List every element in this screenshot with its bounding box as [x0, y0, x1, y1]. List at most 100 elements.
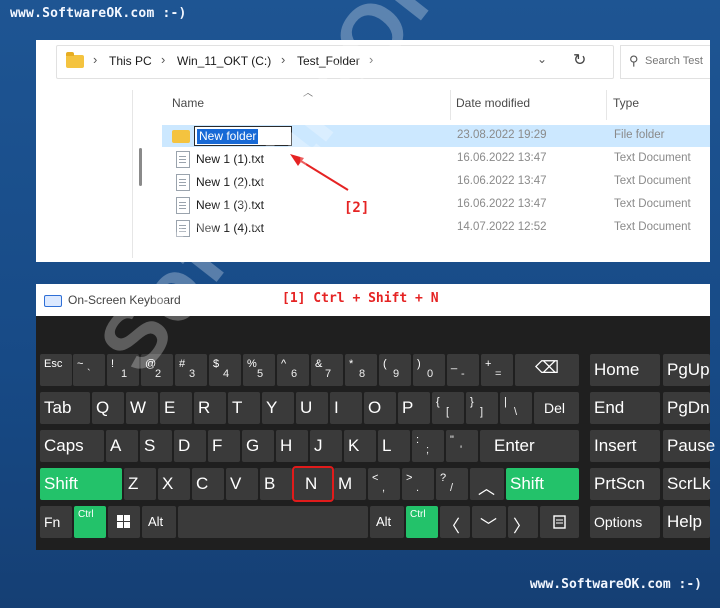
key-j[interactable]: J [310, 430, 342, 462]
key-tab[interactable]: Tab [40, 392, 90, 424]
column-header-name[interactable]: Name [172, 96, 204, 110]
arrow-up-icon: ︿ [478, 479, 495, 498]
key-c[interactable]: C [192, 468, 224, 500]
key-shift-left[interactable]: Shift [40, 468, 122, 500]
key-insert[interactable]: Insert [590, 430, 660, 462]
key-d[interactable]: D [174, 430, 206, 462]
key-r[interactable]: R [194, 392, 226, 424]
refresh-icon[interactable]: ↻ [573, 50, 586, 70]
file-type: Text Document [614, 175, 691, 187]
key-down[interactable]: ﹀ [472, 506, 506, 538]
chevron-right-icon: › [93, 52, 98, 67]
key-left[interactable]: 〈 [440, 506, 470, 538]
folder-icon [66, 52, 84, 68]
text-file-icon [176, 174, 190, 191]
search-box[interactable]: ⚲ Search Test [620, 45, 710, 79]
key-del[interactable]: Del [534, 392, 579, 424]
text-file-icon [176, 151, 190, 168]
key-y[interactable]: Y [262, 392, 294, 424]
key-q[interactable]: Q [92, 392, 124, 424]
key-l[interactable]: L [378, 430, 410, 462]
key-x[interactable]: X [158, 468, 190, 500]
key-semicolon[interactable]: :; [412, 430, 444, 462]
column-header-type[interactable]: Type [613, 96, 639, 110]
key-o[interactable]: O [364, 392, 396, 424]
key-a[interactable]: A [106, 430, 138, 462]
chevron-down-icon[interactable]: ⌄ [537, 52, 547, 66]
key-comma[interactable]: <, [368, 468, 400, 500]
key-k[interactable]: K [344, 430, 376, 462]
key-home[interactable]: Home [590, 354, 660, 386]
key-backspace[interactable]: ⌫ [515, 354, 579, 386]
key-backslash[interactable]: | \ [500, 392, 532, 424]
column-divider[interactable] [606, 90, 607, 120]
key-4[interactable]: $4 [209, 354, 241, 386]
annotation-step-2: [2] [344, 200, 370, 216]
key-z[interactable]: Z [124, 468, 156, 500]
key-g[interactable]: G [242, 430, 274, 462]
key-minus[interactable]: _ - [447, 354, 479, 386]
key-fn[interactable]: Fn [40, 506, 72, 538]
keyboard-icon [44, 295, 62, 307]
key-6[interactable]: ^ 6 [277, 354, 309, 386]
key-n[interactable]: N [292, 466, 334, 502]
column-header-date[interactable]: Date modified [456, 96, 530, 110]
key-s[interactable]: S [140, 430, 172, 462]
key-9[interactable]: (9 [379, 354, 411, 386]
key-windows[interactable] [108, 506, 140, 538]
column-divider[interactable] [450, 90, 451, 120]
key-caps[interactable]: Caps [40, 430, 104, 462]
date-modified: 14.07.2022 12:52 [457, 221, 547, 233]
key-p[interactable]: P [398, 392, 430, 424]
key-end[interactable]: End [590, 392, 660, 424]
key-slash[interactable]: ? / [436, 468, 468, 500]
nav-scrollbar-thumb[interactable] [139, 148, 142, 186]
key-ctrl-left[interactable]: Ctrl [74, 506, 106, 538]
date-modified: 23.08.2022 19:29 [457, 129, 547, 141]
key-u[interactable]: U [296, 392, 328, 424]
key-up[interactable]: ︿ [470, 468, 504, 500]
key-alt-right[interactable]: Alt [370, 506, 404, 538]
key-0[interactable]: ) 0 [413, 354, 445, 386]
key-shift-right[interactable]: Shift [506, 468, 579, 500]
key-ctrl-right[interactable]: Ctrl [406, 506, 438, 538]
key-t[interactable]: T [228, 392, 260, 424]
key-pgdn[interactable]: PgDn [663, 392, 710, 424]
key-period[interactable]: >. [402, 468, 434, 500]
key-esc[interactable]: Esc [40, 354, 72, 386]
key-m[interactable]: M [334, 468, 366, 500]
chevron-right-icon: › [281, 52, 286, 67]
key-menu[interactable] [540, 506, 579, 538]
key-enter[interactable]: Enter [480, 430, 579, 462]
key-v[interactable]: V [226, 468, 258, 500]
key-right-bracket[interactable]: }] [466, 392, 498, 424]
key-space[interactable] [178, 506, 368, 538]
key-equals[interactable]: + = [481, 354, 513, 386]
key-right[interactable]: 〉 [508, 506, 538, 538]
key-pgup[interactable]: PgUp [663, 354, 710, 386]
key-h[interactable]: H [276, 430, 308, 462]
search-placeholder: Search Test [645, 55, 703, 67]
key-5[interactable]: % 5 [243, 354, 275, 386]
key-prtscn[interactable]: PrtScn [590, 468, 660, 500]
key-pause[interactable]: Pause [663, 430, 715, 462]
key-scrlk[interactable]: ScrLk [663, 468, 710, 500]
key-alt-left[interactable]: Alt [142, 506, 176, 538]
key-f[interactable]: F [208, 430, 240, 462]
key-left-bracket[interactable]: {[ [432, 392, 464, 424]
key-b[interactable]: B [260, 468, 292, 500]
breadcrumb-this-pc[interactable]: This PC [109, 54, 152, 68]
key-help[interactable]: Help [663, 506, 710, 538]
file-type: Text Document [614, 152, 691, 164]
backspace-icon: ⌫ [535, 358, 560, 377]
key-quote[interactable]: " ' [446, 430, 478, 462]
arrow-down-icon: ﹀ [480, 517, 497, 536]
key-8[interactable]: * 8 [345, 354, 377, 386]
breadcrumb-drive[interactable]: Win_11_OKT (C:) [177, 54, 271, 68]
key-i[interactable]: I [330, 392, 362, 424]
key-7[interactable]: & 7 [311, 354, 343, 386]
key-options[interactable]: Options [590, 506, 660, 538]
key-w[interactable]: W [126, 392, 158, 424]
key-e[interactable]: E [160, 392, 192, 424]
key-tilde[interactable]: ~ ` [73, 354, 105, 386]
